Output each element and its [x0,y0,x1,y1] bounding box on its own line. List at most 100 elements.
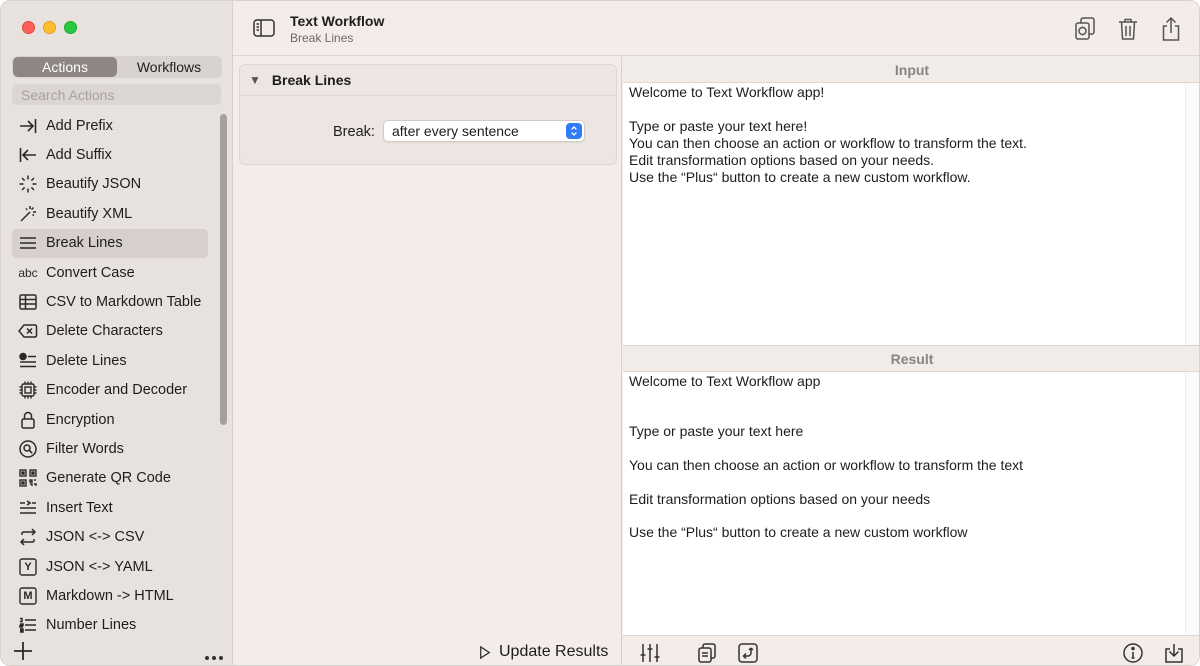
sidebar-item-label: Filter Words [46,440,124,457]
sidebar-item-insert-text[interactable]: Insert Text [12,493,208,522]
sidebar-item-label: CSV to Markdown Table [46,294,202,311]
lock-icon [17,410,39,430]
sidebar-item-add-prefix[interactable]: Add Prefix [12,111,208,140]
copy-result-button[interactable] [696,642,718,664]
input-textarea[interactable]: Welcome to Text Workflow app! Type or pa… [629,84,1179,346]
sidebar-item-label: Markdown -> HTML [46,587,174,604]
minimize-window-button[interactable] [43,21,56,34]
search-field [12,84,221,105]
magic-wand-icon [17,204,39,224]
return-arrow-icon [738,643,758,663]
more-options-button[interactable] [204,645,224,665]
delete-left-icon [17,321,39,341]
sidebar-segmented-control: Actions Workflows [12,56,222,78]
close-window-button[interactable] [22,21,35,34]
sidebar-item-delete-characters[interactable]: Delete Characters [12,317,208,346]
use-as-input-button[interactable] [737,642,759,664]
toolbar: Text Workflow Break Lines [233,1,1199,56]
trash-icon [1119,18,1137,40]
sidebar-item-label: Beautify JSON [46,176,142,193]
sidebar-item-delete-lines[interactable]: Delete Lines [12,346,208,375]
sidebar-item-break-lines[interactable]: Break Lines [12,228,208,258]
disclosure-triangle-icon[interactable]: ▼ [249,73,261,87]
sidebar-item-beautify-xml[interactable]: Beautify XML [12,199,208,228]
sidebar-item-label: Add Prefix [46,117,113,134]
input-scrollbar[interactable] [1185,83,1199,345]
sidebar-item-json-yaml[interactable]: Y JSON <-> YAML [12,552,208,581]
sparkle-icon [17,174,39,194]
window-title: Text Workflow [290,13,385,29]
info-button[interactable] [1122,642,1144,664]
sidebar-item-encryption[interactable]: Encryption [12,405,208,434]
qrcode-icon [17,468,39,488]
actions-list: Add Prefix Add Suffix Beautify JSON Beau… [12,111,208,640]
duplicate-icon [1075,17,1095,40]
options-button[interactable] [639,642,661,664]
arrow-left-bar-icon [17,145,39,165]
sidebar-scrollbar[interactable] [220,114,227,425]
download-button[interactable] [1163,642,1185,664]
sidebar-item-label: JSON <-> CSV [46,529,145,546]
sidebar-item-number-lines[interactable]: Number Lines [12,611,208,640]
m-glyph: M [23,589,33,602]
info-icon [1123,643,1143,663]
text-panes: Input Welcome to Text Workflow app! Type… [623,57,1199,665]
delete-button[interactable] [1116,16,1140,42]
sidebar-icon [253,19,275,37]
copy-icon [698,643,716,663]
add-workflow-button[interactable] [13,641,33,661]
result-header: Result [623,346,1199,372]
break-select-value: after every sentence [392,123,519,139]
app-window: Actions Workflows Add Prefix Add Suffix [0,0,1200,666]
sidebar-item-label: Beautify XML [46,205,133,222]
sidebar-item-label: Encoder and Decoder [46,382,188,399]
plus-icon [14,642,32,660]
repeat-icon [17,527,39,547]
search-input[interactable] [21,86,221,103]
sidebar-item-generate-qr[interactable]: Generate QR Code [12,464,208,493]
action-card: ▼ Break Lines Break: after every sentenc… [239,64,617,165]
result-text[interactable]: Welcome to Text Workflow app Type or pas… [629,373,1179,635]
action-card-header[interactable]: ▼ Break Lines [240,65,616,96]
sidebar-item-csv-to-markdown[interactable]: CSV to Markdown Table [12,287,208,316]
insert-text-icon [17,498,39,518]
sidebar-item-encoder-decoder[interactable]: Encoder and Decoder [12,376,208,405]
y-glyph: Y [24,560,32,573]
sidebar-item-label: Number Lines [46,617,137,634]
zoom-window-button[interactable] [64,21,77,34]
arrow-right-bar-icon [17,116,39,136]
action-card-title: Break Lines [271,72,352,88]
window-controls [22,21,77,34]
sidebar-item-convert-case[interactable]: abc Convert Case [12,258,208,287]
sidebar-toggle-button[interactable] [253,19,275,37]
window-subtitle: Break Lines [290,31,354,45]
action-options-panel: ▼ Break Lines Break: after every sentenc… [233,57,622,665]
break-select[interactable]: after every sentence [383,120,585,142]
tab-actions[interactable]: Actions [13,57,117,77]
tab-workflows[interactable]: Workflows [117,57,221,77]
share-icon [1162,16,1180,41]
input-header: Input [623,57,1199,83]
select-chevron-icon [566,123,582,139]
sidebar-item-label: Convert Case [46,264,135,281]
sidebar-item-label: Delete Lines [46,352,127,369]
update-results-button[interactable]: Update Results [479,643,608,661]
delete-lines-icon [17,351,39,371]
magnifier-icon [17,439,39,459]
sidebar-item-add-suffix[interactable]: Add Suffix [12,140,208,169]
lines-icon [17,233,39,253]
numbered-list-icon [17,615,39,635]
result-scrollbar[interactable] [1185,372,1199,635]
sidebar: Actions Workflows Add Prefix Add Suffix [1,1,233,665]
break-label: Break: [333,124,375,140]
sidebar-item-json-csv[interactable]: JSON <-> CSV [12,522,208,551]
sidebar-item-beautify-json[interactable]: Beautify JSON [12,170,208,199]
abc-icon: abc [18,265,38,280]
sidebar-item-filter-words[interactable]: Filter Words [12,434,208,463]
cpu-icon [17,380,39,400]
download-icon [1165,644,1183,663]
duplicate-button[interactable] [1073,16,1097,42]
sidebar-item-label: Insert Text [46,499,113,516]
share-button[interactable] [1159,16,1183,42]
sidebar-item-markdown-html[interactable]: M Markdown -> HTML [12,581,208,610]
